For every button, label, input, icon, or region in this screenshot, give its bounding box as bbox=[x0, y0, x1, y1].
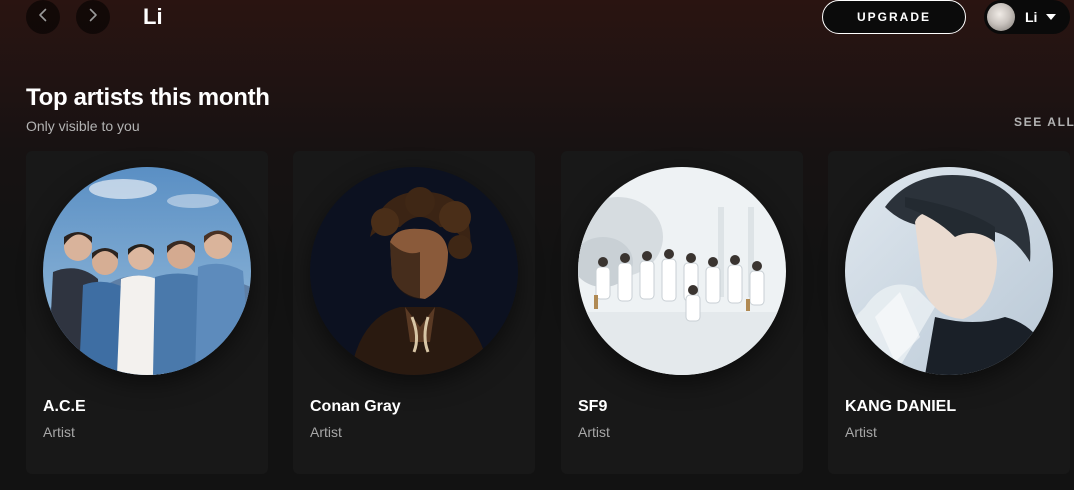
artist-type: Artist bbox=[578, 424, 610, 440]
artist-type: Artist bbox=[310, 424, 342, 440]
avatar bbox=[987, 3, 1015, 31]
forward-button[interactable] bbox=[76, 0, 110, 34]
artist-image bbox=[578, 167, 786, 375]
artist-name[interactable]: KANG DANIEL bbox=[845, 398, 956, 416]
user-name: Li bbox=[1025, 9, 1038, 25]
chevron-left-icon bbox=[35, 7, 51, 28]
artist-type: Artist bbox=[43, 424, 75, 440]
back-button[interactable] bbox=[26, 0, 60, 34]
section-title: Top artists this month bbox=[26, 84, 270, 111]
artist-image bbox=[310, 167, 518, 375]
page-title: Li bbox=[143, 4, 163, 29]
artist-card[interactable]: KANG DANIEL Artist bbox=[828, 151, 1070, 474]
artist-name[interactable]: SF9 bbox=[578, 398, 607, 416]
caret-down-icon bbox=[1046, 14, 1057, 20]
see-all-link[interactable]: SEE ALL bbox=[1014, 115, 1074, 129]
artist-name[interactable]: Conan Gray bbox=[310, 398, 401, 416]
artist-card[interactable]: A.C.E Artist bbox=[26, 151, 268, 474]
chevron-right-icon bbox=[85, 7, 101, 28]
upgrade-button[interactable]: UPGRADE bbox=[822, 0, 966, 34]
section-subtitle: Only visible to you bbox=[26, 118, 140, 134]
user-menu-button[interactable]: Li bbox=[984, 0, 1070, 34]
artist-image bbox=[845, 167, 1053, 375]
artist-card[interactable]: Conan Gray Artist bbox=[293, 151, 535, 474]
top-bar: Li UPGRADE Li bbox=[0, 0, 1074, 36]
artist-image bbox=[43, 167, 251, 375]
artist-type: Artist bbox=[845, 424, 877, 440]
artist-name[interactable]: A.C.E bbox=[43, 398, 86, 416]
artist-card[interactable]: SF9 Artist bbox=[561, 151, 803, 474]
